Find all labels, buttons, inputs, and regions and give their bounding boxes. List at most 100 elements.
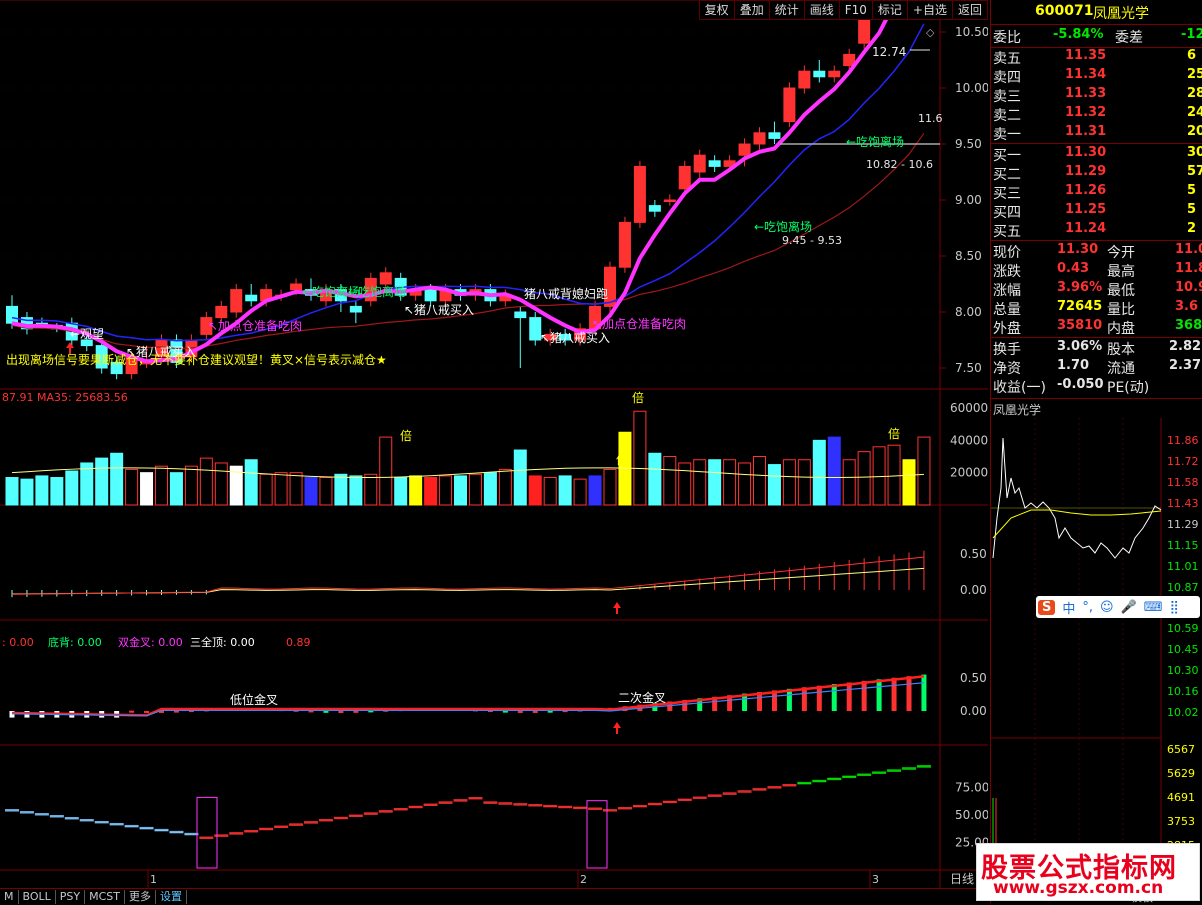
volume-bar[interactable] (468, 473, 482, 506)
volume-bar[interactable] (872, 446, 886, 506)
candle[interactable] (648, 200, 661, 217)
volume-bar[interactable] (528, 475, 542, 506)
volume-bar[interactable] (588, 475, 602, 506)
volume-bar[interactable] (663, 456, 677, 506)
candle[interactable] (349, 300, 362, 324)
volume-bar[interactable] (708, 459, 722, 506)
indicator-tab-5[interactable]: 设置 (156, 889, 187, 904)
volume-bar[interactable] (723, 459, 737, 506)
volume-bar[interactable] (827, 436, 841, 506)
kline-chart[interactable]: 12312.5012.0011.5011.0010.5010.009.509.0… (0, 0, 988, 888)
volume-bar[interactable] (50, 477, 64, 506)
volume-bar[interactable] (753, 456, 766, 506)
volume-bar[interactable] (125, 468, 139, 506)
volume-bar[interactable] (573, 478, 587, 506)
indicator-tab-3[interactable]: MCST (85, 889, 125, 904)
grid-icon[interactable]: ⣿ (1170, 600, 1180, 615)
indicator-tab-0[interactable]: M (0, 889, 19, 904)
volume-bar[interactable] (349, 475, 363, 506)
volume-bar[interactable] (155, 465, 168, 506)
indicator-tab-1[interactable]: BOLL (19, 889, 56, 904)
volume-bar[interactable] (678, 462, 692, 506)
keyboard-icon[interactable]: ⌨ (1144, 600, 1163, 615)
volume-bar[interactable] (20, 478, 34, 506)
toolbar-button-4[interactable]: F10 (839, 0, 873, 20)
toolbar-button-1[interactable]: 叠加 (734, 0, 770, 20)
volume-bar[interactable] (35, 475, 49, 506)
volume-bar[interactable] (767, 464, 781, 506)
volume-bar[interactable] (334, 473, 348, 506)
volume-bar[interactable] (304, 477, 318, 506)
period-label[interactable]: 日线 (950, 870, 974, 887)
candle[interactable] (633, 160, 646, 228)
volume-bar[interactable] (812, 439, 826, 506)
volume-bar[interactable] (543, 477, 557, 506)
intraday-mini-chart[interactable]: 11.86 11.72 11.58 11.43 11.29 11.15 11.01 10.87… (991, 418, 1202, 888)
volume-bar[interactable] (95, 457, 109, 506)
candle[interactable] (663, 194, 676, 206)
volume-bar[interactable] (199, 457, 213, 506)
volume-bar[interactable] (782, 459, 796, 506)
volume-bar[interactable] (633, 410, 647, 506)
candle[interactable] (783, 82, 796, 128)
toolbar-button-0[interactable]: 复权 (698, 0, 735, 20)
candle[interactable] (20, 312, 33, 335)
candle[interactable] (618, 216, 631, 273)
volume-bar[interactable] (498, 468, 512, 506)
volume-bar[interactable] (424, 477, 438, 506)
volume-bar[interactable] (439, 475, 453, 506)
mic-icon[interactable]: 🎤 (1121, 600, 1137, 615)
candle[interactable] (813, 60, 826, 83)
volume-bar[interactable] (693, 459, 707, 506)
ime-toolbar[interactable]: S 中 °, ☺ 🎤 ⌨ ⣿ (1036, 596, 1200, 618)
volume-bar[interactable] (394, 477, 408, 506)
volume-bar[interactable] (244, 459, 258, 506)
candle[interactable] (768, 121, 781, 144)
volume-bar[interactable] (140, 472, 154, 506)
volume-bar[interactable] (65, 470, 79, 506)
volume-bar[interactable] (902, 459, 916, 506)
candle[interactable] (230, 284, 243, 318)
volume-bar[interactable] (917, 436, 931, 506)
ime-mode[interactable]: 中 (1062, 598, 1075, 617)
volume-bar[interactable] (409, 475, 423, 506)
emoji-icon[interactable]: ☺ (1100, 600, 1114, 615)
volume-bar[interactable] (483, 472, 497, 506)
toolbar-button-2[interactable]: 统计 (769, 0, 805, 20)
chart-area[interactable]: 12312.5012.0011.5011.0010.5010.009.509.0… (0, 0, 988, 888)
volume-bar[interactable] (887, 444, 901, 506)
volume-bar[interactable] (274, 472, 288, 506)
indicator-tab-4[interactable]: 更多 (125, 889, 156, 904)
volume-bar[interactable] (259, 473, 273, 506)
volume-bar[interactable] (738, 462, 752, 506)
volume-bar[interactable] (513, 449, 527, 506)
volume-bar[interactable] (558, 475, 572, 506)
toolbar-button-3[interactable]: 画线 (804, 0, 840, 20)
candle[interactable] (245, 284, 258, 307)
volume-bar[interactable] (797, 459, 811, 506)
toolbar-button-6[interactable]: +自选 (907, 0, 953, 20)
candle[interactable] (693, 149, 706, 178)
toolbar-button-7[interactable]: 返回 (952, 0, 988, 20)
toolbar-button-5[interactable]: 标记 (872, 0, 908, 20)
volume-bar[interactable] (110, 452, 124, 506)
volume-bar[interactable] (169, 472, 183, 506)
volume-bar[interactable] (857, 451, 871, 506)
sogou-icon[interactable]: S (1038, 599, 1056, 615)
volume-bar[interactable] (454, 475, 467, 506)
volume-bar[interactable] (379, 436, 393, 506)
candle[interactable] (798, 65, 811, 94)
candle[interactable] (514, 306, 527, 368)
candle[interactable] (753, 127, 766, 150)
punctuation-icon[interactable]: °, (1082, 600, 1093, 615)
volume-bar[interactable] (184, 465, 198, 506)
volume-bar[interactable] (842, 459, 856, 506)
volume-bar[interactable] (364, 473, 378, 506)
volume-bar[interactable] (319, 477, 333, 506)
volume-bar[interactable] (648, 452, 662, 506)
volume-bar[interactable] (80, 462, 94, 506)
indicator-tab-2[interactable]: PSY (56, 889, 86, 904)
volume-bar[interactable] (289, 472, 303, 506)
volume-bar[interactable] (214, 462, 228, 506)
candle[interactable] (828, 65, 841, 83)
